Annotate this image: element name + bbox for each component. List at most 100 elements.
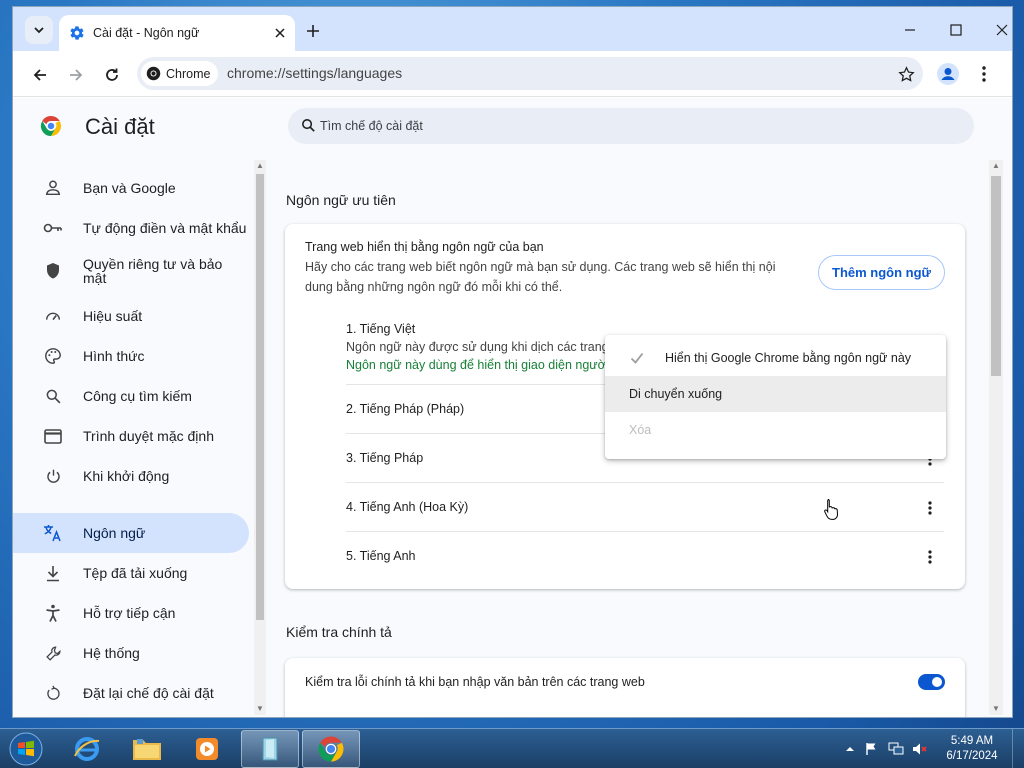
scroll-down-arrow[interactable]: ▼ (256, 705, 264, 713)
sidebar-item-you-and-google[interactable]: Bạn và Google (13, 168, 249, 208)
page-title: Cài đặt (85, 114, 155, 139)
clock[interactable]: 5:49 AM 6/17/2024 (942, 734, 1002, 764)
language-ui-note: Ngôn ngữ này dùng để hiển thị giao diện … (346, 358, 608, 372)
language-context-menu: Hiển thị Google Chrome bằng ngôn ngữ này… (605, 335, 946, 459)
scroll-up-arrow[interactable]: ▲ (256, 162, 264, 170)
avatar-icon (937, 63, 959, 85)
sidebar-item-label: Hình thức (83, 348, 145, 364)
person-icon (43, 178, 63, 198)
reload-button[interactable] (97, 60, 127, 90)
url-text[interactable]: chrome://settings/languages (227, 65, 402, 81)
menu-item-label: Xóa (629, 423, 652, 437)
show-desktop-button[interactable] (1012, 729, 1024, 768)
settings-search[interactable] (288, 108, 974, 144)
sidebar-item-label: Quyền riêng tư và bảo mật (83, 256, 223, 286)
network-icon[interactable] (888, 741, 904, 757)
sidebar-item-system[interactable]: Hệ thống (13, 633, 249, 673)
accessibility-icon (43, 603, 63, 623)
spellcheck-toggle[interactable] (918, 674, 945, 690)
media-player-icon (196, 738, 218, 760)
menu-item-remove[interactable]: Xóa (605, 412, 946, 448)
card-description-line1: Hãy cho các trang web biết ngôn ngữ mà b… (305, 260, 776, 274)
main-scrollbar[interactable]: ▲ ▼ (989, 160, 1003, 715)
taskbar-media-player[interactable] (178, 730, 236, 768)
scroll-up-arrow[interactable]: ▲ (992, 162, 1000, 170)
close-tab-icon[interactable] (275, 28, 285, 38)
sidebar-item-privacy[interactable]: Quyền riêng tư và bảo mật (13, 248, 249, 294)
close-window-button[interactable] (980, 15, 1012, 45)
menu-item-label: Hiển thị Google Chrome bằng ngôn ngữ này (665, 351, 912, 365)
maximize-icon (950, 24, 962, 36)
site-info-chip[interactable]: Chrome (141, 61, 219, 86)
spellcheck-label: Kiểm tra lỗi chính tả khi bạn nhập văn b… (305, 675, 645, 689)
windows-logo-icon (9, 732, 43, 766)
chrome-icon (318, 736, 344, 762)
sidebar-item-appearance[interactable]: Hình thức (13, 336, 249, 376)
menu-item-display-ui[interactable]: Hiển thị Google Chrome bằng ngôn ngữ này (605, 340, 946, 376)
show-hidden-icons-icon[interactable] (842, 741, 858, 757)
reset-icon (43, 683, 63, 703)
scrollbar-thumb[interactable] (991, 176, 1001, 376)
forward-button[interactable] (61, 60, 91, 90)
sidebar-item-downloads[interactable]: Tệp đã tải xuống (13, 553, 249, 593)
sidebar-item-on-startup[interactable]: Khi khởi động (13, 456, 249, 496)
sidebar-item-label: Đặt lại chế độ cài đặt (83, 685, 214, 701)
add-language-button[interactable]: Thêm ngôn ngữ (818, 255, 945, 290)
sidebar-item-label: Hỗ trợ tiếp cận (83, 605, 176, 621)
key-icon (43, 218, 63, 238)
checkmark-icon (627, 352, 647, 364)
sidebar-item-default-browser[interactable]: Trình duyệt mặc định (13, 416, 249, 456)
volume-muted-icon[interactable] (912, 741, 928, 757)
bookmark-button[interactable] (893, 61, 919, 87)
language-row: 5. Tiếng Anh (346, 531, 944, 580)
download-icon (43, 563, 63, 583)
sidebar-item-performance[interactable]: Hiệu suất (13, 296, 249, 336)
toggle-knob (932, 677, 942, 687)
system-tray: 5:49 AM 6/17/2024 (840, 729, 1024, 768)
sidebar-item-accessibility[interactable]: Hỗ trợ tiếp cận (13, 593, 249, 633)
arrow-left-icon (33, 69, 46, 81)
sidebar-item-label: Bạn và Google (83, 180, 176, 196)
profile-button[interactable] (933, 59, 963, 89)
chrome-icon (146, 66, 161, 81)
tab-settings[interactable]: Cài đặt - Ngôn ngữ (59, 15, 295, 51)
sidebar-item-label: Tự động điền và mật khẩu (83, 220, 247, 236)
settings-page: Cài đặt Bạn và Google Tự động điền và mậ… (13, 98, 1012, 717)
search-input[interactable] (320, 108, 920, 144)
sidebar-item-languages[interactable]: Ngôn ngữ (13, 513, 249, 553)
scroll-down-arrow[interactable]: ▼ (992, 705, 1000, 713)
maximize-button[interactable] (934, 15, 978, 45)
sidebar-item-label: Hiệu suất (83, 308, 143, 324)
chip-label: Chrome (166, 66, 211, 81)
address-bar[interactable]: Chrome chrome://settings/languages (137, 57, 923, 90)
windows-taskbar: 5:49 AM 6/17/2024 (0, 728, 1024, 768)
sidebar-item-autofill[interactable]: Tự động điền và mật khẩu (13, 208, 249, 248)
minimize-button[interactable] (888, 15, 932, 45)
wrench-icon (43, 643, 63, 663)
sidebar-item-search-engine[interactable]: Công cụ tìm kiếm (13, 376, 249, 416)
sidebar-item-label: Hệ thống (83, 645, 140, 661)
kebab-menu-icon (982, 66, 986, 82)
more-actions-icon[interactable] (918, 545, 942, 569)
close-icon (996, 24, 1008, 36)
search-icon (43, 386, 63, 406)
taskbar-window-app[interactable] (241, 730, 299, 768)
shield-icon (43, 261, 63, 281)
menu-item-move-down[interactable]: Di chuyển xuống (605, 376, 946, 412)
translate-icon (43, 523, 63, 543)
new-tab-button[interactable] (299, 17, 327, 45)
action-center-flag-icon[interactable] (864, 741, 880, 757)
start-button[interactable] (6, 730, 46, 768)
sidebar-scrollbar[interactable]: ▲ ▼ (254, 160, 266, 715)
tab-search-button[interactable] (25, 16, 53, 44)
taskbar-internet-explorer[interactable] (58, 730, 116, 768)
sidebar-item-label: Trình duyệt mặc định (83, 428, 214, 444)
sidebar-item-reset[interactable]: Đặt lại chế độ cài đặt (13, 673, 249, 713)
more-actions-icon[interactable] (918, 496, 942, 520)
scrollbar-thumb[interactable] (256, 174, 264, 620)
taskbar-chrome[interactable] (302, 730, 360, 768)
chrome-menu-button[interactable] (969, 59, 999, 89)
taskbar-file-explorer[interactable] (118, 730, 176, 768)
sidebar-item-label: Tệp đã tải xuống (83, 565, 188, 581)
back-button[interactable] (25, 60, 55, 90)
